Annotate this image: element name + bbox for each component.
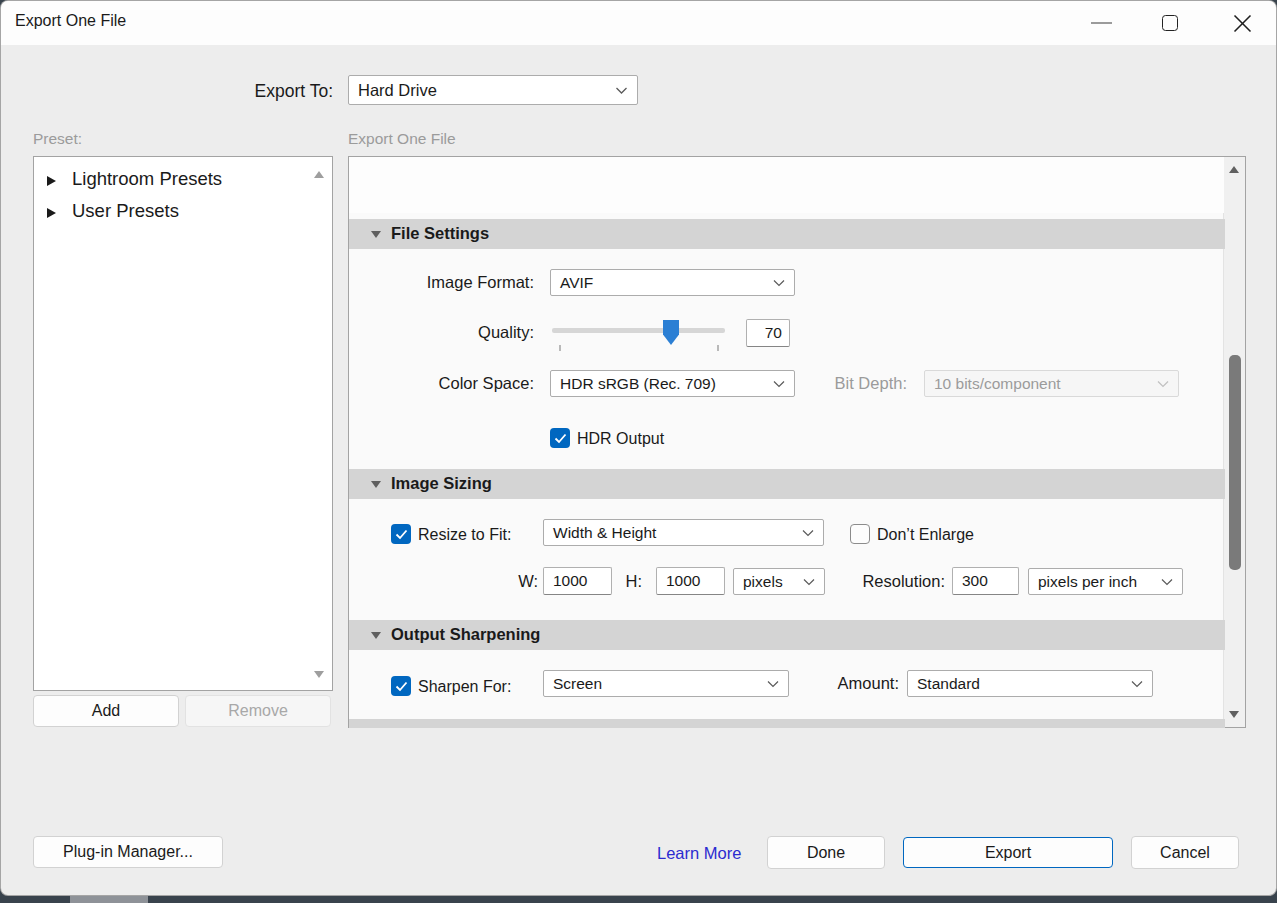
resize-mode-dropdown[interactable]: Width & Height: [543, 519, 824, 546]
resolution-input[interactable]: 300: [952, 567, 1019, 595]
width-label: W:: [488, 567, 538, 594]
sharpen-for-checkbox[interactable]: [391, 676, 411, 696]
close-icon: [1233, 14, 1252, 33]
section-header-image-sizing[interactable]: Image Sizing: [349, 469, 1225, 499]
scroll-down-icon[interactable]: [1229, 711, 1239, 718]
chevron-down-icon: [773, 279, 785, 287]
add-button[interactable]: Add: [33, 695, 179, 727]
maximize-icon: [1162, 15, 1178, 31]
done-button[interactable]: Done: [767, 836, 885, 869]
chevron-down-icon: [1157, 380, 1169, 388]
export-dialog: Export One File Export To: Hard Drive Pr…: [0, 0, 1277, 896]
learn-more-link[interactable]: Learn More: [657, 844, 741, 863]
resize-to-fit-checkbox[interactable]: [391, 524, 411, 544]
minimize-button[interactable]: [1078, 1, 1124, 45]
expand-arrow-icon[interactable]: [47, 208, 56, 218]
preset-item-lightroom[interactable]: Lightroom Presets: [34, 165, 332, 197]
amount-label: Amount:: [789, 670, 899, 697]
maximize-button[interactable]: [1147, 1, 1193, 45]
chevron-down-icon: [803, 578, 815, 586]
cancel-button[interactable]: Cancel: [1131, 836, 1239, 869]
bit-depth-label: Bit Depth:: [779, 370, 907, 397]
slider-tick: [717, 345, 719, 351]
image-format-dropdown[interactable]: AVIF: [550, 269, 795, 296]
preset-item-user[interactable]: User Presets: [34, 197, 332, 229]
dont-enlarge-label: Don’t Enlarge: [877, 524, 974, 545]
resolution-label: Resolution:: [815, 568, 945, 595]
chevron-down-icon: [1161, 578, 1173, 586]
quality-slider-track[interactable]: [552, 328, 725, 333]
chevron-down-icon: [767, 680, 779, 688]
scroll-up-icon[interactable]: [314, 171, 324, 178]
export-to-label: Export To:: [151, 81, 333, 102]
dont-enlarge-checkbox[interactable]: [850, 524, 870, 544]
resize-to-fit-label: Resize to Fit:: [418, 524, 511, 545]
sharpen-for-dropdown[interactable]: Screen: [543, 670, 789, 697]
sharpen-for-label: Sharpen For:: [418, 676, 511, 697]
collapse-arrow-icon[interactable]: [371, 231, 381, 238]
quality-slider-handle[interactable]: [663, 320, 679, 345]
section-header-output-sharpening[interactable]: Output Sharpening: [349, 620, 1225, 650]
scrollbar-thumb[interactable]: [1229, 355, 1241, 570]
color-space-dropdown[interactable]: HDR sRGB (Rec. 709): [550, 370, 795, 397]
export-button[interactable]: Export: [903, 837, 1113, 868]
check-icon: [395, 529, 408, 540]
collapse-arrow-icon[interactable]: [371, 481, 381, 488]
scroll-up-icon[interactable]: [1229, 166, 1239, 173]
hdr-output-label: HDR Output: [577, 428, 664, 449]
taskbar-fragment: [70, 896, 148, 903]
settings-panel-label: Export One File: [348, 130, 456, 148]
preset-item-label: User Presets: [72, 200, 179, 222]
image-format-label: Image Format:: [349, 269, 534, 296]
preset-label: Preset:: [33, 130, 82, 148]
slider-tick: [559, 345, 561, 351]
panel-scrollbar[interactable]: [1223, 157, 1245, 727]
preset-list: Lightroom Presets User Presets: [33, 156, 333, 691]
section-header-file-settings[interactable]: File Settings: [349, 219, 1225, 249]
check-icon: [554, 433, 567, 444]
collapse-arrow-icon[interactable]: [371, 632, 381, 639]
hdr-output-checkbox[interactable]: [550, 428, 570, 448]
resolution-unit-dropdown[interactable]: pixels per inch: [1028, 568, 1183, 595]
minimize-icon: [1091, 22, 1112, 24]
panel-top-spacer: [349, 157, 1224, 213]
check-icon: [395, 681, 408, 692]
unit-dropdown[interactable]: pixels: [733, 568, 825, 595]
dialog-title: Export One File: [15, 12, 126, 30]
amount-dropdown[interactable]: Standard: [907, 670, 1153, 697]
height-label: H:: [602, 567, 642, 594]
plugin-manager-button[interactable]: Plug-in Manager...: [33, 836, 223, 868]
color-space-label: Color Space:: [349, 370, 534, 397]
chevron-down-icon: [802, 529, 814, 537]
quality-value-input[interactable]: 70: [746, 319, 790, 347]
scroll-down-icon[interactable]: [314, 671, 324, 678]
height-input[interactable]: 1000: [656, 567, 725, 595]
bit-depth-dropdown: 10 bits/component: [924, 370, 1179, 397]
remove-button[interactable]: Remove: [185, 695, 331, 727]
close-button[interactable]: [1219, 1, 1265, 45]
expand-arrow-icon[interactable]: [47, 176, 56, 186]
export-to-value: Hard Drive: [358, 81, 437, 100]
titlebar: Export One File: [1, 1, 1276, 45]
section-header-partial[interactable]: [349, 719, 1225, 728]
export-to-dropdown[interactable]: Hard Drive: [348, 75, 638, 105]
preset-item-label: Lightroom Presets: [72, 168, 222, 190]
settings-panel: File Settings Image Format: AVIF Quality…: [348, 156, 1246, 728]
quality-label: Quality:: [349, 319, 534, 346]
chevron-down-icon: [1131, 680, 1143, 688]
chevron-down-icon: [615, 86, 628, 95]
